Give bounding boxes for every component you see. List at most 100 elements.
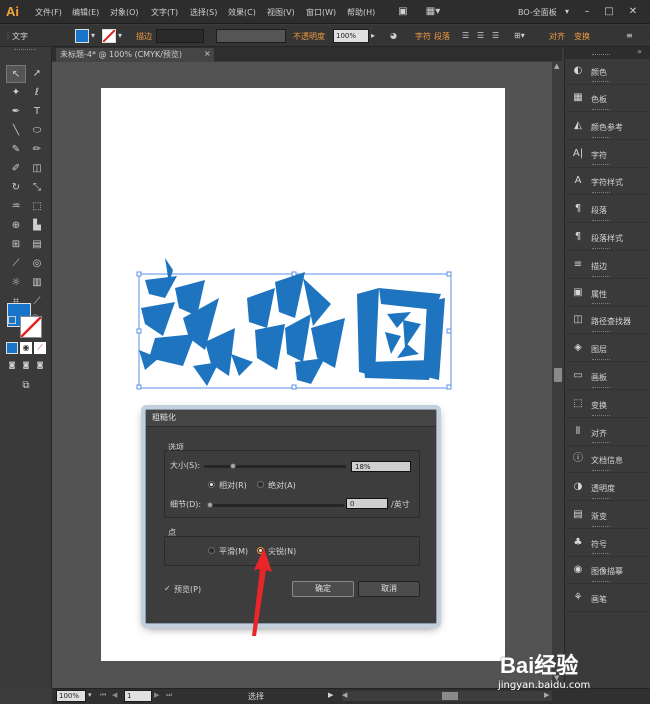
pen-tool-icon[interactable]: ✒ <box>6 103 26 121</box>
panel-layers[interactable]: ◈ 图层 <box>564 331 650 362</box>
panel-grip[interactable] <box>592 248 610 250</box>
rotate-tool-icon[interactable]: ↻ <box>6 179 26 197</box>
menu-effect[interactable]: 效果(C) <box>228 7 256 18</box>
panel-gradient[interactable]: ▤ 渐变 <box>564 498 650 529</box>
eyedropper-tool-icon[interactable]: ⟋ <box>6 255 26 273</box>
menu-window[interactable]: 窗口(W) <box>306 7 336 18</box>
fill-dropdown-icon[interactable]: ▾ <box>91 31 95 40</box>
panel-grip[interactable] <box>592 553 610 555</box>
opacity-field[interactable]: 100% <box>333 29 369 43</box>
panel-menu-icon[interactable]: ≡ <box>626 31 633 40</box>
menu-file[interactable]: 文件(F) <box>35 7 62 18</box>
panel-brushes[interactable]: ⚘ 画笔 <box>564 581 650 612</box>
paragraph-label[interactable]: 段落 <box>434 31 450 42</box>
opacity-label[interactable]: 不透明度 <box>293 31 325 42</box>
align-left-icon[interactable]: ☰ <box>462 31 469 40</box>
stroke-dropdown-icon[interactable]: ▾ <box>118 31 122 40</box>
perspective-grid-tool-icon[interactable]: ▙ <box>27 217 47 235</box>
bridge-icon[interactable]: ▣ <box>394 4 412 20</box>
menu-select[interactable]: 选择(S) <box>190 7 217 18</box>
blend-tool-icon[interactable]: ◎ <box>27 255 47 273</box>
preview-label[interactable]: 预览(P) <box>174 584 201 595</box>
none-mode-icon[interactable]: ⟋ <box>34 342 46 354</box>
panel-grip[interactable] <box>592 54 610 56</box>
detail-slider-track[interactable] <box>208 504 344 507</box>
recolor-icon[interactable]: ◕ <box>390 31 397 40</box>
panel-grip[interactable] <box>592 359 610 361</box>
warp-tool-icon[interactable]: ♒ <box>6 198 26 216</box>
scroll-up-icon[interactable]: ▲ <box>554 62 559 70</box>
cancel-button[interactable]: 取消 <box>358 581 420 597</box>
panel-grip[interactable] <box>592 109 610 111</box>
align-label[interactable]: 对齐 <box>549 31 565 42</box>
transform-label[interactable]: 变换 <box>574 31 590 42</box>
ellipse-tool-icon[interactable]: ⬭ <box>27 122 47 140</box>
gradient-tool-icon[interactable]: ▤ <box>27 236 47 254</box>
size-value-field[interactable]: 18% <box>351 461 411 472</box>
panel-paragraph-styles[interactable]: ¶ 段落样式 <box>564 220 650 251</box>
line-tool-icon[interactable]: ╲ <box>6 122 26 140</box>
close-tab-icon[interactable]: × <box>204 49 211 58</box>
artboard-number-field[interactable]: 1 <box>124 690 152 702</box>
panel-image-trace[interactable]: ◉ 图像描摹 <box>564 553 650 584</box>
panel-artboards[interactable]: ▭ 画板 <box>564 359 650 390</box>
minimize-icon[interactable]: – <box>578 4 596 20</box>
panel-grip[interactable] <box>592 387 610 389</box>
lasso-tool-icon[interactable]: ℓ <box>27 84 47 102</box>
ok-button[interactable]: 确定 <box>292 581 354 597</box>
menu-object[interactable]: 对象(O) <box>110 7 139 18</box>
panel-grip[interactable] <box>592 137 610 139</box>
panel-paragraph[interactable]: ¶ 段落 <box>564 192 650 223</box>
smooth-radio[interactable] <box>208 547 215 554</box>
shape-builder-tool-icon[interactable]: ⊕ <box>6 217 26 235</box>
gradient-mode-icon[interactable]: ◉ <box>20 342 32 354</box>
panel-grip[interactable] <box>592 498 610 500</box>
chevron-down-icon[interactable]: ▾ <box>565 7 569 16</box>
absolute-label[interactable]: 绝对(A) <box>268 480 296 491</box>
stroke-weight-field[interactable] <box>156 29 204 43</box>
free-transform-tool-icon[interactable]: ⬚ <box>27 198 47 216</box>
panel-grip[interactable] <box>592 164 610 166</box>
type-tool-icon[interactable]: T <box>27 103 47 121</box>
zoom-dropdown-icon[interactable]: ▾ <box>88 691 92 699</box>
workspace-switcher[interactable]: BO-全面板 <box>518 7 557 18</box>
scroll-left-icon[interactable]: ◀ <box>342 691 347 699</box>
detail-value-field[interactable]: 0 <box>346 498 388 509</box>
panel-grip[interactable] <box>592 415 610 417</box>
rough-text-artwork[interactable] <box>135 258 457 394</box>
pencil-tool-icon[interactable]: ✏ <box>27 141 47 159</box>
panel-document-info[interactable]: ⓘ 文档信息 <box>564 442 650 473</box>
maximize-icon[interactable]: □ <box>600 4 618 20</box>
panel-grip[interactable] <box>592 470 610 472</box>
close-icon[interactable]: ✕ <box>624 4 642 20</box>
menu-edit[interactable]: 编辑(E) <box>72 7 99 18</box>
panel-grip[interactable] <box>592 303 610 305</box>
zoom-field[interactable]: 100% <box>56 690 86 702</box>
stroke-label[interactable]: 描边 <box>136 31 152 42</box>
panel-grip[interactable] <box>592 192 610 194</box>
relative-radio[interactable] <box>208 481 215 488</box>
panel-character-styles[interactable]: A 字符样式 <box>564 164 650 195</box>
panel-transparency[interactable]: ◑ 透明度 <box>564 470 650 501</box>
first-artboard-icon[interactable]: ⏮ <box>100 691 106 700</box>
panel-grip[interactable] <box>592 526 610 528</box>
prev-artboard-icon[interactable]: ◀ <box>112 691 117 699</box>
color-mode-icon[interactable] <box>6 342 18 354</box>
character-label[interactable]: 字符 <box>415 31 431 42</box>
variable-width-field[interactable] <box>216 29 286 43</box>
scale-tool-icon[interactable]: ⤡ <box>27 179 47 197</box>
menu-type[interactable]: 文字(T) <box>151 7 178 18</box>
panel-color-guide[interactable]: ◭ 颜色参考 <box>564 109 650 140</box>
panel-grip[interactable] <box>592 220 610 222</box>
detail-slider-thumb[interactable] <box>207 502 213 508</box>
selection-tool-icon[interactable]: ↖ <box>6 65 26 83</box>
panel-grip[interactable] <box>592 276 610 278</box>
symbol-sprayer-tool-icon[interactable]: ☼ <box>6 274 26 292</box>
draw-normal-icon[interactable]: ◙ <box>6 359 18 371</box>
panel-stroke[interactable]: ≡ 描边 <box>564 248 650 279</box>
status-menu-icon[interactable]: ▶ <box>328 691 333 699</box>
arrange-documents-icon[interactable]: ▦▾ <box>422 4 444 20</box>
size-slider-track[interactable] <box>204 465 346 468</box>
draw-inside-icon[interactable]: ◙ <box>34 359 46 371</box>
graph-tool-icon[interactable]: ▥ <box>27 274 47 292</box>
